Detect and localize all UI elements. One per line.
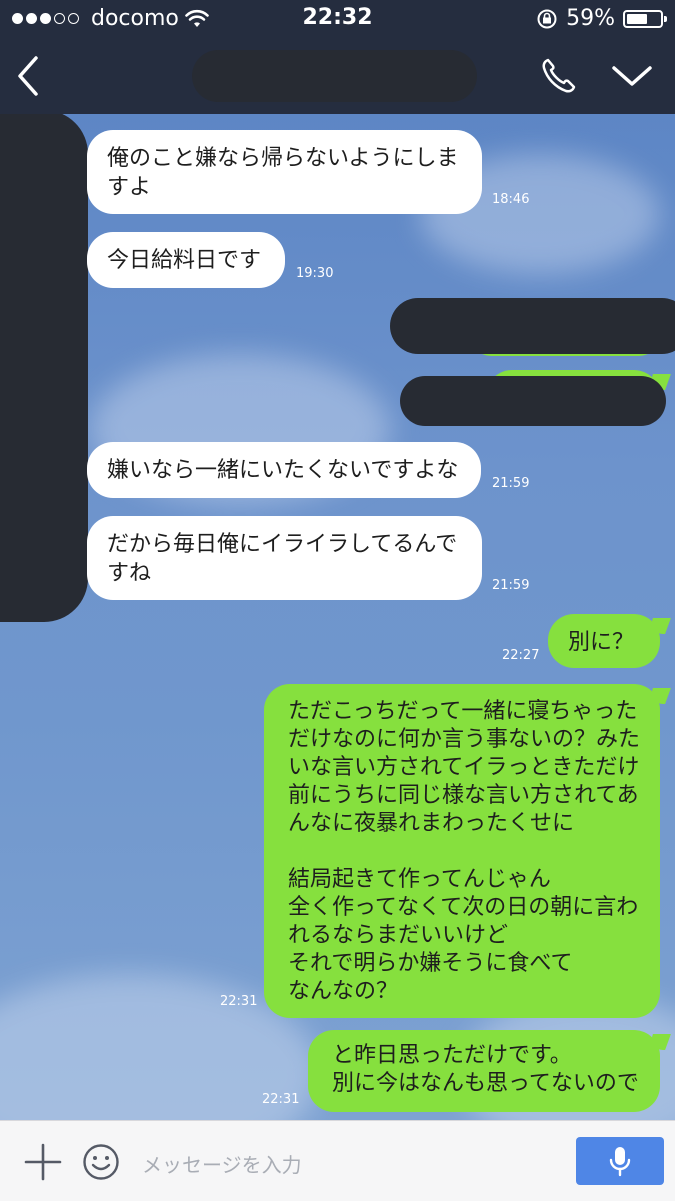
message-timestamp: 18:46	[492, 192, 530, 207]
voice-button[interactable]	[576, 1137, 664, 1185]
back-chevron-icon[interactable]	[12, 54, 48, 98]
chat-area[interactable]: 俺のこと嫌なら帰らないようにしま すよ 18:46 今日給料日です 19:30 …	[0, 114, 675, 1120]
chevron-down-icon[interactable]	[610, 60, 654, 90]
chat-header	[0, 38, 675, 114]
redacted-contact-name	[192, 50, 477, 102]
message-timestamp: 22:31	[262, 1092, 300, 1107]
message-bubble-incoming[interactable]: だから毎日俺にイライラしてるんで すね	[87, 516, 482, 600]
plus-icon[interactable]	[24, 1143, 62, 1181]
message-timestamp: 21:59	[492, 578, 530, 593]
message-input[interactable]: メッセージを入力	[142, 1149, 302, 1178]
message-bubble-incoming[interactable]: 俺のこと嫌なら帰らないようにしま すよ	[87, 130, 482, 214]
phone-icon[interactable]	[538, 56, 578, 96]
message-timestamp: 22:27	[502, 648, 540, 663]
rotation-lock-icon	[537, 9, 557, 28]
emoji-icon[interactable]	[82, 1143, 120, 1181]
message-bubble-outgoing[interactable]: ただこっちだって一緒に寝ちゃった だけなのに何か言う事ないの？みた いな言い方さ…	[264, 684, 660, 1018]
message-input-bar: メッセージを入力	[0, 1120, 675, 1201]
microphone-icon	[609, 1147, 631, 1177]
message-bubble-outgoing[interactable]: と昨日思っただけです。 別に今はなんも思ってないので	[308, 1030, 660, 1112]
message-bubble-incoming[interactable]: 嫌いなら一緒にいたくないですよな	[87, 442, 481, 498]
redacted-message	[390, 298, 675, 354]
battery-group: 59%	[536, 6, 667, 31]
redacted-avatar	[0, 114, 88, 622]
redacted-message	[400, 376, 666, 426]
message-timestamp: 21:59	[492, 476, 530, 491]
message-timestamp: 19:30	[296, 266, 334, 281]
message-bubble-outgoing[interactable]: 別に？	[548, 614, 660, 668]
message-timestamp: 22:31	[220, 994, 258, 1009]
message-bubble-incoming[interactable]: 今日給料日です	[87, 232, 285, 288]
battery-percent: 59%	[566, 6, 615, 31]
status-bar: docomo 22:32 59%	[0, 0, 675, 38]
battery-icon	[623, 9, 667, 28]
